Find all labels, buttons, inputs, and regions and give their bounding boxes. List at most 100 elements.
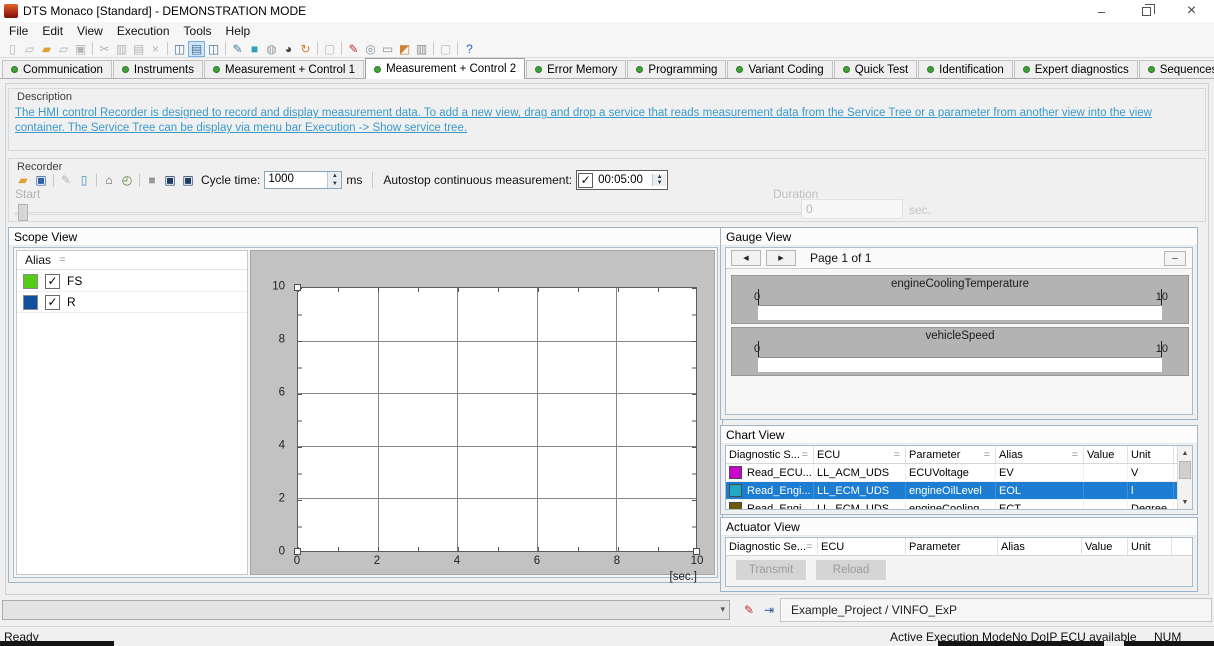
spin-down-icon[interactable]: ▼ <box>653 180 666 186</box>
column-header-diagnostic-se[interactable]: Diagnostic Se...= <box>726 538 818 555</box>
record-autostop-icon[interactable]: ▣ <box>179 172 197 188</box>
filter-icon[interactable]: = <box>1072 449 1080 461</box>
restore-button[interactable] <box>1124 0 1169 22</box>
tab-measurement-control-1[interactable]: Measurement + Control 1 <box>204 60 364 78</box>
scroll-down-button[interactable]: ▼ <box>1178 495 1192 509</box>
autostop-field[interactable]: ✓00:05:00▲▼ <box>576 170 668 190</box>
filter-icon[interactable]: = <box>984 449 992 461</box>
menu-edit[interactable]: Edit <box>35 23 70 39</box>
menu-view[interactable]: View <box>70 23 110 39</box>
column-header-value[interactable]: Value <box>1084 446 1128 463</box>
alias-row-r[interactable]: ✓R <box>17 292 247 313</box>
filter-icon[interactable]: = <box>59 254 65 266</box>
tab-sequences-1[interactable]: Sequences 1 <box>1139 60 1214 78</box>
description-link-text[interactable]: The HMI control Recorder is designed to … <box>15 106 1201 136</box>
scrollbar-thumb[interactable] <box>1179 461 1191 479</box>
column-header-alias[interactable]: Alias <box>998 538 1082 555</box>
monitor-icon[interactable]: ▭ <box>379 41 396 57</box>
tab-measurement-control-2[interactable]: Measurement + Control 2 <box>365 58 525 79</box>
tab-programming[interactable]: Programming <box>627 60 726 78</box>
collapse-button[interactable]: − <box>1164 251 1186 266</box>
filter-icon[interactable]: = <box>894 449 902 461</box>
alias-checkbox[interactable]: ✓ <box>45 274 60 289</box>
alias-column-header[interactable]: Alias = <box>17 251 247 270</box>
cut-icon: ✂ <box>96 41 113 57</box>
scope-plot[interactable] <box>297 287 697 552</box>
pause-icon[interactable]: ◍ <box>263 41 280 57</box>
column-header-parameter[interactable]: Parameter= <box>906 446 996 463</box>
recording-position-slider[interactable] <box>15 212 803 215</box>
save-recording-icon[interactable]: ▣ <box>32 172 50 188</box>
filter-icon[interactable]: = <box>802 449 810 461</box>
reload-icon[interactable]: ↻ <box>297 41 314 57</box>
help-icon[interactable]: ? <box>461 41 478 57</box>
next-page-button[interactable]: ▶ <box>766 250 796 266</box>
menu-tools[interactable]: Tools <box>177 23 219 39</box>
previous-page-button[interactable]: ◀ <box>731 250 761 266</box>
scroll-up-button[interactable]: ▲ <box>1178 446 1192 460</box>
vertical-scrollbar[interactable]: ▲ ▼ <box>1177 446 1192 509</box>
autostop-spinner[interactable]: ▲▼ <box>652 174 666 186</box>
tab-error-memory[interactable]: Error Memory <box>526 60 626 78</box>
plot-handle[interactable] <box>294 548 301 555</box>
flash-tool-icon[interactable]: ✎ <box>345 41 362 57</box>
trace-combobox[interactable]: ▾ <box>2 600 730 620</box>
clear-recording-icon[interactable]: ▯ <box>75 172 93 188</box>
tab-variant-coding[interactable]: Variant Coding <box>727 60 832 78</box>
autostop-checkbox[interactable]: ✓ <box>578 173 593 188</box>
column-header-parameter[interactable]: Parameter <box>906 538 998 555</box>
spin-down-icon[interactable]: ▼ <box>328 180 341 188</box>
column-header-unit[interactable]: Unit <box>1128 446 1174 463</box>
tab-identification[interactable]: Identification <box>918 60 1013 78</box>
table-row[interactable]: Read_Engi...LL_ECM_UDSengineCoolingECTDe… <box>726 500 1192 510</box>
menu-execution[interactable]: Execution <box>110 23 177 39</box>
column-header-value[interactable]: Value <box>1082 538 1128 555</box>
edit-mode-icon[interactable]: ✎ <box>229 41 246 57</box>
column-header-ecu[interactable]: ECU= <box>814 446 906 463</box>
alias-checkbox[interactable]: ✓ <box>45 295 60 310</box>
column-header-ecu[interactable]: ECU <box>818 538 906 555</box>
alias-row-fs[interactable]: ✓FS <box>17 271 247 292</box>
attach-window-icon[interactable]: ⇥ <box>760 601 778 619</box>
open-recording-icon[interactable]: ▰ <box>14 172 32 188</box>
column-header-alias[interactable]: Alias= <box>996 446 1084 463</box>
home-icon[interactable]: ⌂ <box>100 172 118 188</box>
layout-cascade-icon[interactable]: ◫ <box>171 41 188 57</box>
table-row[interactable]: Read_ECU...LL_ACM_UDSECUVoltageEVV <box>726 464 1192 482</box>
series-color-swatch <box>729 466 742 479</box>
column-header-diagnostic-s[interactable]: Diagnostic S...= <box>726 446 814 463</box>
search-ecu-icon[interactable]: ◎ <box>362 41 379 57</box>
open-workspace-icon[interactable]: ▰ <box>38 41 55 57</box>
actuator-view-table: Diagnostic Se...=ECUParameterAliasValueU… <box>725 537 1193 587</box>
clipboard-icon[interactable]: ▥ <box>413 41 430 57</box>
plot-handle[interactable] <box>294 284 301 291</box>
tab-label: Identification <box>939 64 1004 76</box>
minimize-button[interactable]: – <box>1079 0 1124 22</box>
edit-cycle-icon[interactable]: ◴ <box>118 172 136 188</box>
cycle-time-input[interactable]: 1000▲▼ <box>264 171 342 189</box>
users-icon[interactable]: ◩ <box>396 41 413 57</box>
menu-help[interactable]: Help <box>219 23 258 39</box>
plot-handle[interactable] <box>693 548 700 555</box>
cycle-time-spinner[interactable]: ▲▼ <box>327 172 341 188</box>
tab-quick-test[interactable]: Quick Test <box>834 60 917 78</box>
y-tick-label: 2 <box>279 492 285 504</box>
edit-trace-icon[interactable]: ✎ <box>740 601 758 619</box>
delete-icon: × <box>147 41 164 57</box>
tab-communication[interactable]: Communication <box>2 60 112 78</box>
record-icon[interactable]: ◕ <box>280 41 297 57</box>
spin-up-icon[interactable]: ▲ <box>328 172 341 180</box>
stop-execution-icon[interactable]: ■ <box>246 41 263 57</box>
tab-expert-diagnostics[interactable]: Expert diagnostics <box>1014 60 1138 78</box>
table-row[interactable]: Read_Engi...LL_ECM_UDSengineOilLevelEOLl <box>726 482 1192 500</box>
filter-icon[interactable]: = <box>806 541 814 553</box>
y-tick-label: 10 <box>272 280 285 292</box>
slider-handle[interactable] <box>18 204 28 221</box>
column-header-unit[interactable]: Unit <box>1128 538 1172 555</box>
start-record-icon[interactable]: ▣ <box>161 172 179 188</box>
tab-instruments[interactable]: Instruments <box>113 60 203 78</box>
close-button[interactable]: × <box>1169 0 1214 22</box>
menu-file[interactable]: File <box>2 23 35 39</box>
layout-split-icon[interactable]: ▤ <box>188 41 205 57</box>
layout-tabs-icon[interactable]: ◫ <box>205 41 222 57</box>
